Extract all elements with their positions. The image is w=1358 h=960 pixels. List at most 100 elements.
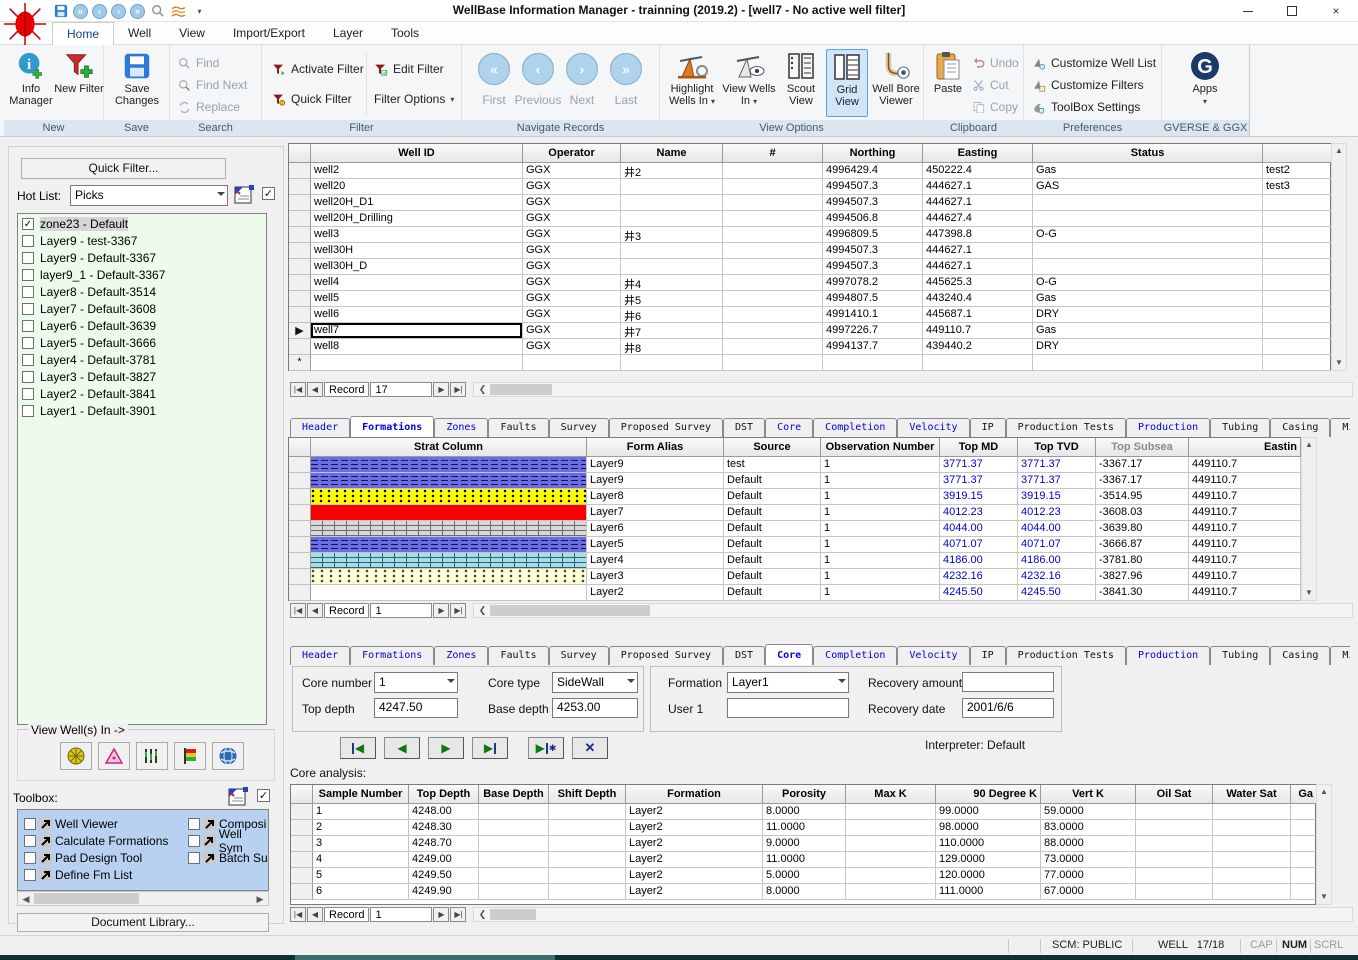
view-in-globe-button[interactable] <box>212 742 244 770</box>
minimize-button[interactable] <box>1226 0 1270 22</box>
data-cell[interactable]: -3639.80 <box>1096 521 1189 537</box>
data-cell[interactable] <box>723 227 823 243</box>
toolbox-item[interactable]: Define Fm List <box>24 867 132 882</box>
pick-list-item[interactable]: Layer1 - Default-3901 <box>22 403 266 418</box>
data-cell[interactable] <box>846 820 936 836</box>
data-cell[interactable]: 4186.00 <box>1018 553 1096 569</box>
data-cell[interactable]: -3666.87 <box>1096 537 1189 553</box>
column-header[interactable]: Eastin <box>1189 438 1301 457</box>
data-cell[interactable] <box>1033 259 1263 275</box>
new-record-row[interactable]: * <box>289 355 1330 371</box>
data-cell[interactable]: 1 <box>821 585 940 601</box>
data-cell[interactable] <box>549 836 626 852</box>
paste-button[interactable]: Paste <box>926 49 970 117</box>
row-selector[interactable] <box>291 868 313 884</box>
data-cell[interactable]: 4997226.7 <box>823 323 923 339</box>
checkbox-icon[interactable] <box>24 818 36 830</box>
data-cell[interactable] <box>1263 339 1332 355</box>
data-cell[interactable]: 449110.7 <box>1189 473 1301 489</box>
core-last-button[interactable]: ▶ <box>472 737 508 759</box>
data-cell[interactable] <box>1213 868 1291 884</box>
row-selector[interactable] <box>289 457 311 473</box>
data-cell[interactable]: -3367.17 <box>1096 457 1189 473</box>
table-row[interactable]: well4GGX井44997078.2445625.3O-G <box>289 275 1330 291</box>
record-last-icon[interactable]: ▶| <box>450 907 466 922</box>
document-library-button[interactable]: Document Library... <box>17 913 269 932</box>
data-cell[interactable]: 449110.7 <box>1189 585 1301 601</box>
core-new-record-button[interactable]: ▶✱ <box>528 737 564 759</box>
column-header[interactable]: Shift Depth <box>549 785 626 804</box>
data-cell[interactable]: GGX <box>523 339 621 355</box>
row-selector[interactable] <box>289 505 311 521</box>
data-cell[interactable]: 4245.50 <box>1018 585 1096 601</box>
data-cell[interactable]: 4232.16 <box>940 569 1018 585</box>
report-icon[interactable] <box>233 183 255 210</box>
data-cell[interactable]: 449110.7 <box>1189 489 1301 505</box>
checkbox-icon[interactable] <box>22 235 34 247</box>
tab-header[interactable]: Header <box>290 646 350 665</box>
data-cell[interactable]: 445687.1 <box>923 307 1033 323</box>
data-cell[interactable]: test3 <box>1263 179 1332 195</box>
data-cell[interactable]: 110.0000 <box>936 836 1041 852</box>
data-cell[interactable]: 4248.30 <box>409 820 479 836</box>
data-cell[interactable] <box>549 868 626 884</box>
data-cell[interactable] <box>1033 211 1263 227</box>
data-cell[interactable] <box>479 820 549 836</box>
quick-filter-button[interactable]: Quick Filter <box>272 89 352 109</box>
data-cell[interactable] <box>549 852 626 868</box>
data-cell[interactable] <box>1033 243 1263 259</box>
well-hscrollbar[interactable]: ❮ <box>473 382 1353 397</box>
core-hscrollbar[interactable]: ❮ <box>473 907 1353 922</box>
row-selector[interactable] <box>289 553 311 569</box>
record-next-icon[interactable]: ▶ <box>433 603 449 618</box>
hot-list-dropdown[interactable]: Picks <box>70 185 228 206</box>
data-cell[interactable]: 5.0000 <box>763 868 846 884</box>
checkbox-icon[interactable] <box>24 835 36 847</box>
next-button[interactable]: › <box>566 53 598 85</box>
data-cell[interactable]: 3771.37 <box>940 457 1018 473</box>
tab-core[interactable]: Core <box>765 644 813 665</box>
row-selector[interactable] <box>289 489 311 505</box>
record-prev-icon[interactable]: ◀ <box>307 382 323 397</box>
data-cell[interactable]: GGX <box>523 291 621 307</box>
view-in-map-button[interactable] <box>60 742 92 770</box>
data-cell[interactable]: well3 <box>311 227 523 243</box>
column-header[interactable]: Ga <box>1291 785 1317 804</box>
data-cell[interactable]: 1 <box>821 457 940 473</box>
data-cell[interactable]: 443240.4 <box>923 291 1033 307</box>
data-cell[interactable] <box>479 884 549 900</box>
table-row[interactable]: Layer4Default14186.004186.00-3781.804491… <box>289 553 1300 569</box>
ribbon-tab-tools[interactable]: Tools <box>377 22 433 45</box>
data-cell[interactable] <box>846 868 936 884</box>
toolbox-item[interactable]: Well Sym <box>188 833 268 848</box>
table-row[interactable]: Layer3Default14232.164232.16-3827.964491… <box>289 569 1300 585</box>
data-cell[interactable]: 447398.8 <box>923 227 1033 243</box>
data-cell[interactable] <box>1033 355 1263 371</box>
ribbon-tab-well[interactable]: Well <box>114 22 165 45</box>
data-cell[interactable]: 439440.2 <box>923 339 1033 355</box>
table-row[interactable]: ▶well7GGX井74997226.7449110.7Gas <box>289 323 1330 339</box>
data-cell[interactable] <box>1263 259 1332 275</box>
row-selector[interactable] <box>289 473 311 489</box>
record-last-icon[interactable]: ▶| <box>450 382 466 397</box>
tab-velocity[interactable]: Velocity <box>897 646 969 665</box>
table-row[interactable]: well3GGX井34996809.5447398.8O-G <box>289 227 1330 243</box>
checkbox-icon[interactable] <box>24 869 36 881</box>
maximize-button[interactable] <box>1270 0 1314 22</box>
column-header[interactable]: Sample Number <box>313 785 409 804</box>
data-cell[interactable] <box>1213 820 1291 836</box>
data-cell[interactable] <box>1213 804 1291 820</box>
copy-button[interactable]: Copy <box>972 97 1018 117</box>
first-button[interactable]: « <box>478 53 510 85</box>
row-selector[interactable] <box>291 820 313 836</box>
toolbox-settings-button[interactable]: ToolBox Settings <box>1032 97 1140 117</box>
scroll-left-icon[interactable]: ◀ <box>19 893 33 905</box>
data-cell[interactable]: well30H_D <box>311 259 523 275</box>
tab-microseismi[interactable]: Microseismi <box>1330 418 1350 437</box>
undo-button[interactable]: Undo <box>972 53 1019 73</box>
data-cell[interactable]: 77.0000 <box>1041 868 1136 884</box>
data-cell[interactable] <box>1136 884 1213 900</box>
ribbon-tab-layer[interactable]: Layer <box>319 22 377 45</box>
column-header[interactable]: Source <box>724 438 821 457</box>
table-row[interactable]: 34248.70Layer29.0000110.000088.0000 <box>291 836 1315 852</box>
